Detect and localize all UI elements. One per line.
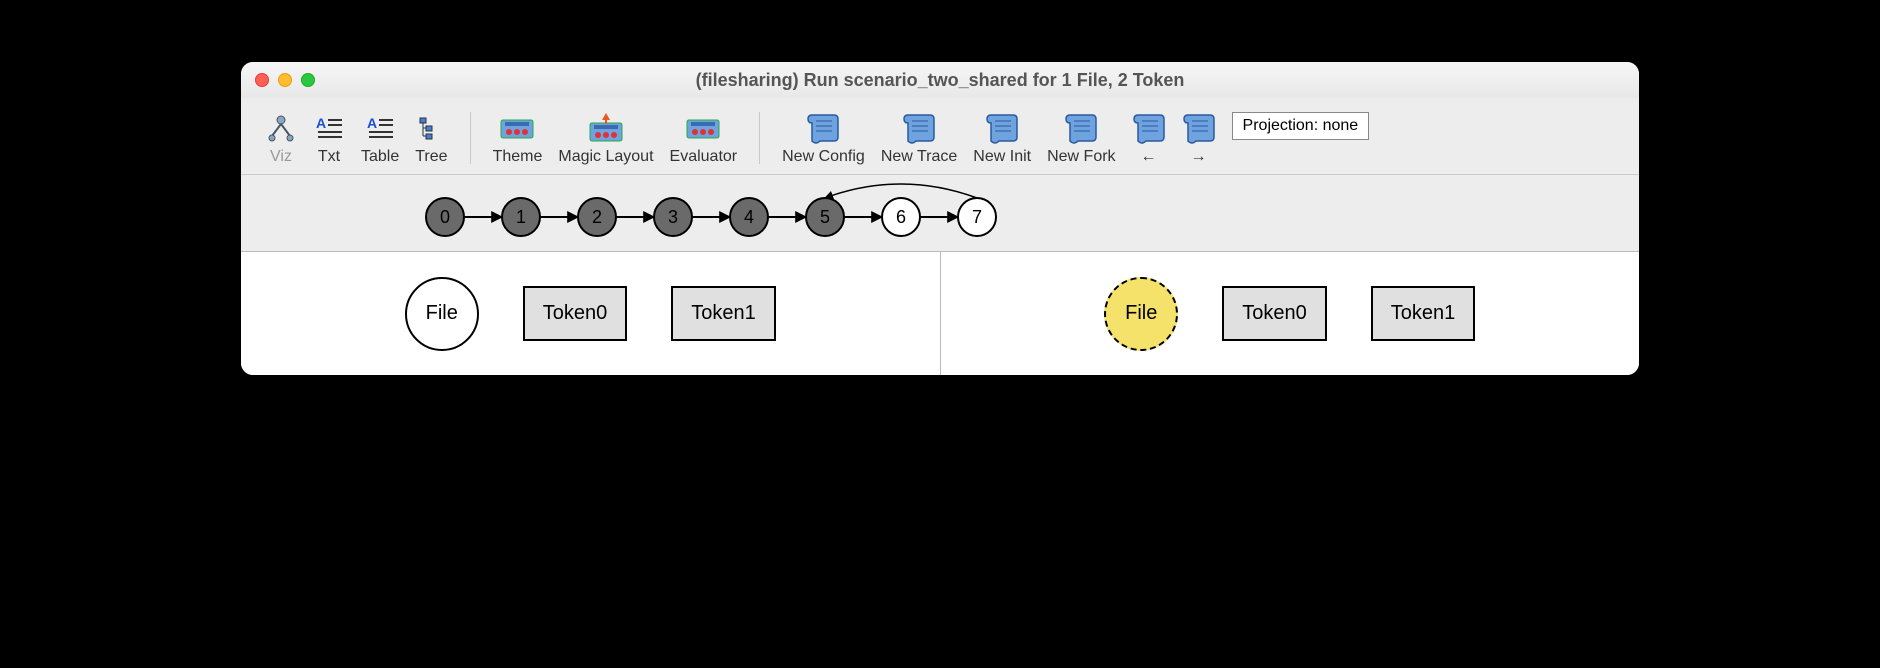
new-init-button[interactable]: New Init	[965, 106, 1039, 170]
scroll-icon	[902, 110, 936, 146]
window-title: (filesharing) Run scenario_two_shared fo…	[253, 70, 1627, 91]
back-button[interactable]: ←	[1124, 106, 1174, 170]
minimize-button[interactable]	[278, 73, 292, 87]
file-node-right[interactable]: File	[1104, 277, 1178, 351]
svg-text:7: 7	[972, 207, 982, 227]
tree-icon	[416, 110, 446, 146]
tree-button[interactable]: Tree	[407, 106, 455, 170]
scroll-icon	[1064, 110, 1098, 146]
toolbar: Viz A Txt A Table Tree	[241, 98, 1639, 175]
traffic-lights	[255, 73, 315, 87]
app-window: (filesharing) Run scenario_two_shared fo…	[241, 62, 1639, 375]
close-button[interactable]	[255, 73, 269, 87]
maximize-button[interactable]	[301, 73, 315, 87]
new-fork-button[interactable]: New Fork	[1039, 106, 1123, 170]
evaluator-icon	[685, 110, 721, 146]
token-node[interactable]: Token0	[1222, 286, 1327, 341]
magic-layout-button[interactable]: Magic Layout	[550, 106, 661, 170]
svg-text:0: 0	[440, 207, 450, 227]
token-node[interactable]: Token0	[523, 286, 628, 341]
view-group: Viz A Txt A Table Tree	[257, 106, 456, 170]
trace-diagram: 0 1 2 3 4 5 6 7	[241, 175, 1639, 251]
svg-text:1: 1	[516, 207, 526, 227]
svg-text:5: 5	[820, 207, 830, 227]
evaluator-button[interactable]: Evaluator	[662, 106, 746, 170]
panel-left: File Token0 Token1	[241, 252, 940, 375]
panel-right: File Token0 Token1	[940, 252, 1640, 375]
scroll-icon	[985, 110, 1019, 146]
new-trace-button[interactable]: New Trace	[873, 106, 965, 170]
scroll-icon	[806, 110, 840, 146]
table-button[interactable]: A Table	[353, 106, 407, 170]
theme-button[interactable]: Theme	[485, 106, 551, 170]
new-group: New Config New Trace New Init New Fork	[774, 106, 1223, 170]
trace-svg: 0 1 2 3 4 5 6 7	[421, 181, 1101, 241]
toolbar-separator	[470, 112, 471, 164]
svg-text:A: A	[316, 115, 326, 131]
magic-layout-icon	[588, 110, 624, 146]
forward-button[interactable]: →	[1174, 106, 1224, 170]
table-icon: A	[365, 110, 395, 146]
viz-button[interactable]: Viz	[257, 106, 305, 170]
token-node[interactable]: Token1	[1371, 286, 1476, 341]
svg-text:4: 4	[744, 207, 754, 227]
txt-button[interactable]: A Txt	[305, 106, 353, 170]
layout-group: Theme Magic Layout Evaluator	[485, 106, 746, 170]
new-config-button[interactable]: New Config	[774, 106, 873, 170]
titlebar: (filesharing) Run scenario_two_shared fo…	[241, 62, 1639, 98]
projection-select[interactable]: Projection: none	[1232, 112, 1370, 140]
txt-icon: A	[314, 110, 344, 146]
viz-icon	[266, 110, 296, 146]
panels: File Token0 Token1 File Token0 Token1	[241, 251, 1639, 375]
file-node-left[interactable]: File	[405, 277, 479, 351]
svg-text:3: 3	[668, 207, 678, 227]
scroll-icon	[1132, 110, 1166, 146]
theme-icon	[499, 110, 535, 146]
token-node[interactable]: Token1	[671, 286, 776, 341]
svg-text:2: 2	[592, 207, 602, 227]
svg-text:6: 6	[896, 207, 906, 227]
scroll-icon	[1182, 110, 1216, 146]
svg-text:A: A	[367, 115, 377, 131]
toolbar-separator-2	[759, 112, 760, 164]
